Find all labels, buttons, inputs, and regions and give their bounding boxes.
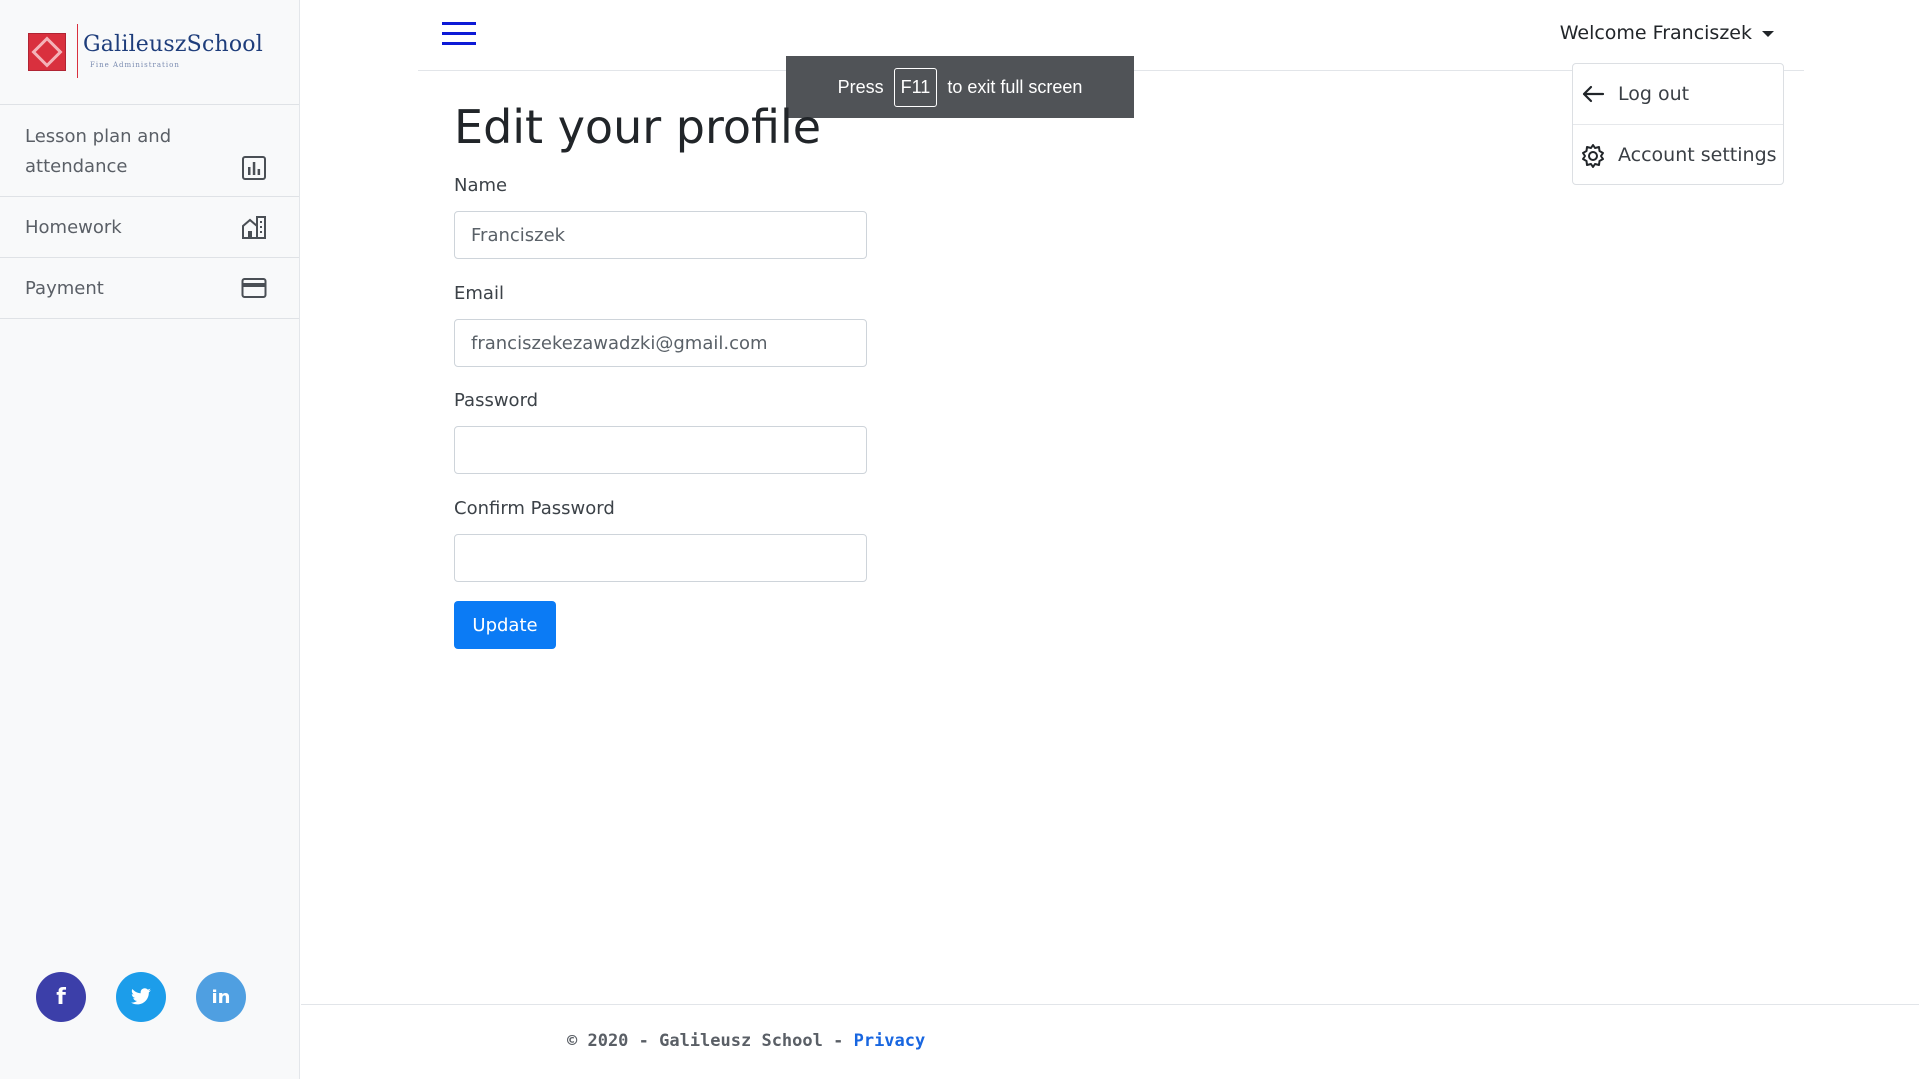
welcome-text: Welcome Franciszek (1559, 22, 1752, 44)
twitter-icon[interactable] (116, 972, 166, 1022)
privacy-link[interactable]: Privacy (854, 1031, 926, 1051)
account-settings-label: Account settings (1618, 144, 1777, 166)
email-label: Email (454, 283, 504, 304)
toast-text-before: Press (837, 76, 884, 97)
building-icon (242, 216, 266, 239)
facebook-icon[interactable]: f (36, 972, 86, 1022)
credit-card-icon (241, 278, 267, 298)
brand-name: GalileuszSchool (83, 32, 263, 57)
sidebar-item-label: Payment (25, 278, 104, 299)
password-field[interactable] (454, 426, 867, 474)
sidebar: GalileuszSchool Fine Administration Less… (0, 0, 300, 1079)
confirm-password-field[interactable] (454, 534, 867, 582)
brand-divider (77, 24, 78, 78)
brand-logo[interactable]: GalileuszSchool Fine Administration (0, 0, 299, 105)
footer: © 2020 - Galileusz School - Privacy (301, 1004, 1919, 1080)
user-menu-toggle[interactable]: Welcome Franciszek (1560, 22, 1774, 44)
arrow-left-icon (1582, 85, 1605, 103)
bar-chart-icon (242, 156, 266, 180)
brand-subtitle: Fine Administration (90, 61, 180, 69)
sidebar-item-payment[interactable]: Payment (0, 258, 299, 319)
password-label: Password (454, 390, 539, 411)
sidebar-item-homework[interactable]: Homework (0, 197, 299, 258)
logout-menu-item[interactable]: Log out (1573, 64, 1783, 124)
name-label: Name (454, 175, 508, 196)
sidebar-item-label: Lesson plan and attendance (25, 126, 172, 177)
confirm-password-label: Confirm Password (454, 498, 615, 519)
f11-key: F11 (893, 67, 938, 107)
school-logo-icon (28, 33, 66, 71)
email-field[interactable] (454, 319, 867, 367)
gear-icon (1582, 144, 1604, 168)
update-button[interactable]: Update (454, 601, 556, 649)
fullscreen-exit-toast: Press F11 to exit full screen (786, 56, 1134, 118)
twitter-bird-icon (131, 988, 151, 1005)
caret-down-icon (1762, 30, 1774, 37)
account-settings-menu-item[interactable]: Account settings (1573, 124, 1783, 185)
copyright-text: © 2020 - Galileusz School - (567, 1031, 844, 1051)
page-title: Edit your profile (454, 100, 822, 154)
logout-label: Log out (1618, 83, 1690, 105)
footer-copyright: © 2020 - Galileusz School - Privacy (567, 1031, 925, 1051)
name-field[interactable] (454, 211, 867, 259)
toast-text-after: to exit full screen (947, 76, 1083, 97)
sidebar-item-label: Homework (25, 217, 122, 238)
user-dropdown-menu: Log out Account settings (1572, 63, 1784, 185)
hamburger-menu-icon[interactable] (442, 22, 476, 48)
sidebar-item-lesson-plan[interactable]: Lesson plan and attendance (0, 105, 299, 197)
linkedin-icon[interactable]: in (196, 972, 246, 1022)
